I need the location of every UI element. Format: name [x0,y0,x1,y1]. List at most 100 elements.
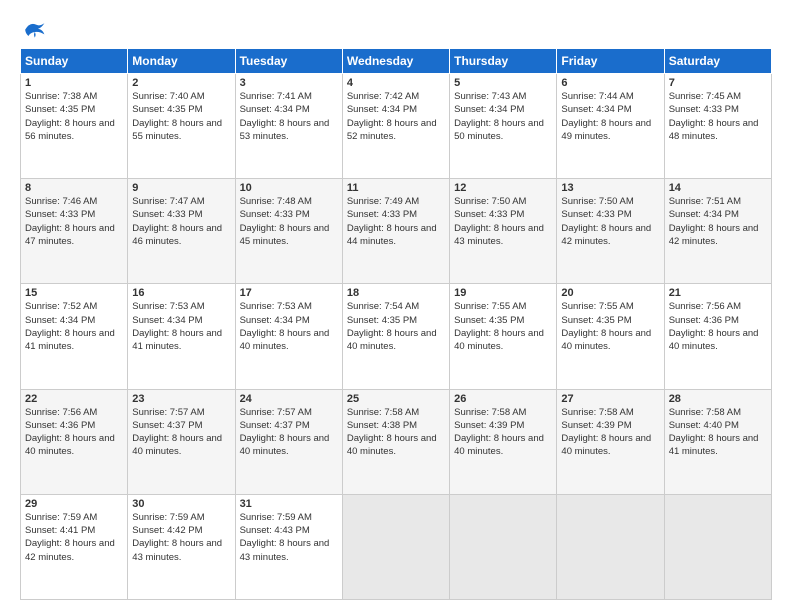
day-number: 4 [347,77,445,89]
day-cell: 13Sunrise: 7:50 AMSunset: 4:33 PMDayligh… [557,179,664,284]
day-info: Sunrise: 7:53 AMSunset: 4:34 PMDaylight:… [240,300,338,353]
day-cell: 29Sunrise: 7:59 AMSunset: 4:41 PMDayligh… [21,494,128,599]
day-info: Sunrise: 7:58 AMSunset: 4:40 PMDaylight:… [669,406,767,459]
day-number: 26 [454,393,552,405]
day-number: 18 [347,287,445,299]
day-cell: 6Sunrise: 7:44 AMSunset: 4:34 PMDaylight… [557,74,664,179]
day-cell [450,494,557,599]
day-info: Sunrise: 7:58 AMSunset: 4:38 PMDaylight:… [347,406,445,459]
day-cell: 31Sunrise: 7:59 AMSunset: 4:43 PMDayligh… [235,494,342,599]
week-row-5: 29Sunrise: 7:59 AMSunset: 4:41 PMDayligh… [21,494,772,599]
col-header-monday: Monday [128,49,235,74]
day-number: 2 [132,77,230,89]
day-cell [557,494,664,599]
day-info: Sunrise: 7:58 AMSunset: 4:39 PMDaylight:… [561,406,659,459]
day-number: 13 [561,182,659,194]
day-cell: 5Sunrise: 7:43 AMSunset: 4:34 PMDaylight… [450,74,557,179]
day-info: Sunrise: 7:59 AMSunset: 4:41 PMDaylight:… [25,511,123,564]
day-cell: 30Sunrise: 7:59 AMSunset: 4:42 PMDayligh… [128,494,235,599]
day-cell: 25Sunrise: 7:58 AMSunset: 4:38 PMDayligh… [342,389,449,494]
day-number: 9 [132,182,230,194]
day-cell: 10Sunrise: 7:48 AMSunset: 4:33 PMDayligh… [235,179,342,284]
day-info: Sunrise: 7:49 AMSunset: 4:33 PMDaylight:… [347,195,445,248]
col-header-tuesday: Tuesday [235,49,342,74]
col-header-wednesday: Wednesday [342,49,449,74]
week-row-4: 22Sunrise: 7:56 AMSunset: 4:36 PMDayligh… [21,389,772,494]
day-info: Sunrise: 7:54 AMSunset: 4:35 PMDaylight:… [347,300,445,353]
day-number: 17 [240,287,338,299]
day-number: 22 [25,393,123,405]
day-cell: 24Sunrise: 7:57 AMSunset: 4:37 PMDayligh… [235,389,342,494]
day-info: Sunrise: 7:52 AMSunset: 4:34 PMDaylight:… [25,300,123,353]
day-cell: 20Sunrise: 7:55 AMSunset: 4:35 PMDayligh… [557,284,664,389]
col-header-friday: Friday [557,49,664,74]
day-cell: 18Sunrise: 7:54 AMSunset: 4:35 PMDayligh… [342,284,449,389]
day-cell [664,494,771,599]
day-info: Sunrise: 7:38 AMSunset: 4:35 PMDaylight:… [25,90,123,143]
day-cell: 16Sunrise: 7:53 AMSunset: 4:34 PMDayligh… [128,284,235,389]
day-info: Sunrise: 7:45 AMSunset: 4:33 PMDaylight:… [669,90,767,143]
day-info: Sunrise: 7:57 AMSunset: 4:37 PMDaylight:… [240,406,338,459]
day-cell: 17Sunrise: 7:53 AMSunset: 4:34 PMDayligh… [235,284,342,389]
day-cell: 8Sunrise: 7:46 AMSunset: 4:33 PMDaylight… [21,179,128,284]
day-number: 16 [132,287,230,299]
calendar-header-row: SundayMondayTuesdayWednesdayThursdayFrid… [21,49,772,74]
day-number: 25 [347,393,445,405]
day-cell: 27Sunrise: 7:58 AMSunset: 4:39 PMDayligh… [557,389,664,494]
day-info: Sunrise: 7:55 AMSunset: 4:35 PMDaylight:… [454,300,552,353]
day-number: 20 [561,287,659,299]
col-header-saturday: Saturday [664,49,771,74]
day-number: 10 [240,182,338,194]
day-cell: 9Sunrise: 7:47 AMSunset: 4:33 PMDaylight… [128,179,235,284]
day-info: Sunrise: 7:51 AMSunset: 4:34 PMDaylight:… [669,195,767,248]
day-info: Sunrise: 7:41 AMSunset: 4:34 PMDaylight:… [240,90,338,143]
day-info: Sunrise: 7:44 AMSunset: 4:34 PMDaylight:… [561,90,659,143]
day-number: 3 [240,77,338,89]
day-cell [342,494,449,599]
day-number: 23 [132,393,230,405]
day-number: 31 [240,498,338,510]
day-info: Sunrise: 7:47 AMSunset: 4:33 PMDaylight:… [132,195,230,248]
day-number: 11 [347,182,445,194]
day-number: 1 [25,77,123,89]
day-cell: 3Sunrise: 7:41 AMSunset: 4:34 PMDaylight… [235,74,342,179]
day-cell: 1Sunrise: 7:38 AMSunset: 4:35 PMDaylight… [21,74,128,179]
day-cell: 12Sunrise: 7:50 AMSunset: 4:33 PMDayligh… [450,179,557,284]
week-row-2: 8Sunrise: 7:46 AMSunset: 4:33 PMDaylight… [21,179,772,284]
day-cell: 15Sunrise: 7:52 AMSunset: 4:34 PMDayligh… [21,284,128,389]
day-number: 15 [25,287,123,299]
day-info: Sunrise: 7:57 AMSunset: 4:37 PMDaylight:… [132,406,230,459]
day-cell: 28Sunrise: 7:58 AMSunset: 4:40 PMDayligh… [664,389,771,494]
week-row-3: 15Sunrise: 7:52 AMSunset: 4:34 PMDayligh… [21,284,772,389]
day-number: 12 [454,182,552,194]
header [20,16,772,40]
day-number: 8 [25,182,123,194]
day-cell: 21Sunrise: 7:56 AMSunset: 4:36 PMDayligh… [664,284,771,389]
day-number: 24 [240,393,338,405]
day-number: 27 [561,393,659,405]
day-number: 7 [669,77,767,89]
day-number: 6 [561,77,659,89]
day-info: Sunrise: 7:59 AMSunset: 4:42 PMDaylight:… [132,511,230,564]
day-cell: 19Sunrise: 7:55 AMSunset: 4:35 PMDayligh… [450,284,557,389]
day-cell: 4Sunrise: 7:42 AMSunset: 4:34 PMDaylight… [342,74,449,179]
day-number: 28 [669,393,767,405]
day-number: 29 [25,498,123,510]
day-info: Sunrise: 7:53 AMSunset: 4:34 PMDaylight:… [132,300,230,353]
day-number: 5 [454,77,552,89]
day-cell: 7Sunrise: 7:45 AMSunset: 4:33 PMDaylight… [664,74,771,179]
day-number: 19 [454,287,552,299]
calendar-body: 1Sunrise: 7:38 AMSunset: 4:35 PMDaylight… [21,74,772,600]
day-info: Sunrise: 7:48 AMSunset: 4:33 PMDaylight:… [240,195,338,248]
day-cell: 11Sunrise: 7:49 AMSunset: 4:33 PMDayligh… [342,179,449,284]
day-info: Sunrise: 7:46 AMSunset: 4:33 PMDaylight:… [25,195,123,248]
day-info: Sunrise: 7:58 AMSunset: 4:39 PMDaylight:… [454,406,552,459]
day-info: Sunrise: 7:50 AMSunset: 4:33 PMDaylight:… [454,195,552,248]
day-info: Sunrise: 7:56 AMSunset: 4:36 PMDaylight:… [669,300,767,353]
day-info: Sunrise: 7:59 AMSunset: 4:43 PMDaylight:… [240,511,338,564]
day-cell: 23Sunrise: 7:57 AMSunset: 4:37 PMDayligh… [128,389,235,494]
day-cell: 14Sunrise: 7:51 AMSunset: 4:34 PMDayligh… [664,179,771,284]
day-info: Sunrise: 7:40 AMSunset: 4:35 PMDaylight:… [132,90,230,143]
page: SundayMondayTuesdayWednesdayThursdayFrid… [0,0,792,612]
day-number: 21 [669,287,767,299]
